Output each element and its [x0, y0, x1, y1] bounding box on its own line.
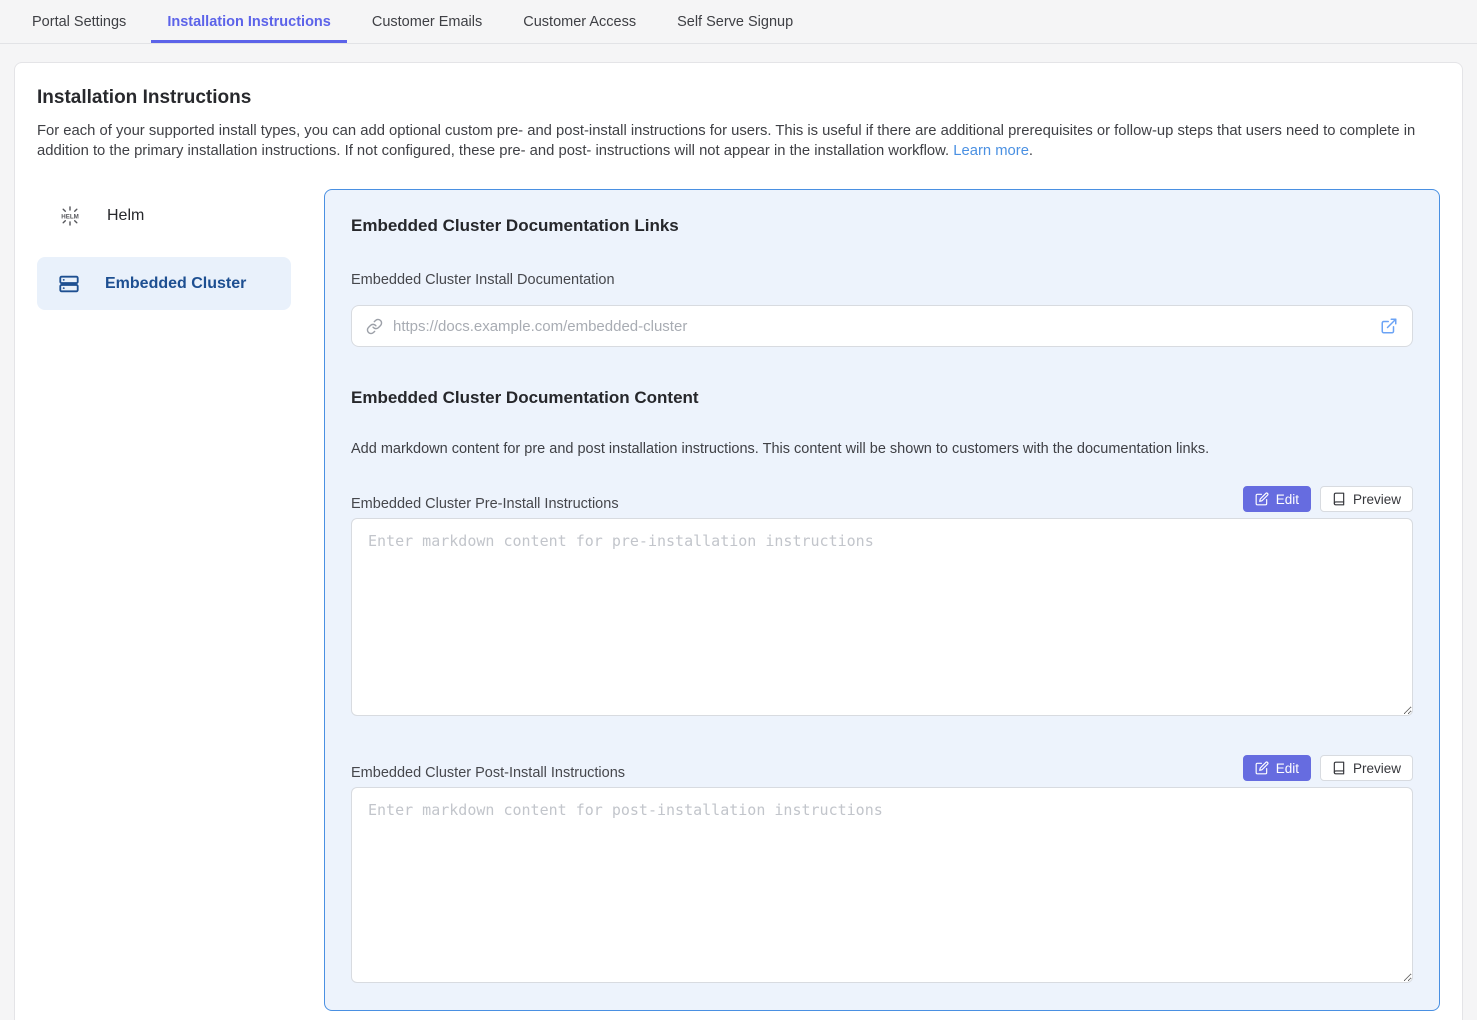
pre-install-preview-button[interactable]: Preview [1320, 486, 1413, 512]
preview-book-icon [1332, 761, 1346, 775]
sidebar-item-embedded-cluster[interactable]: Embedded Cluster [37, 257, 291, 310]
install-doc-label: Embedded Cluster Install Documentation [351, 272, 1413, 288]
pre-install-mode-toggle: Edit Preview [1243, 486, 1413, 512]
install-doc-url-field [351, 305, 1413, 347]
helm-icon: HELM [58, 204, 82, 228]
tab-installation-instructions[interactable]: Installation Instructions [151, 0, 347, 43]
doc-content-description: Add markdown content for pre and post in… [351, 441, 1413, 457]
install-type-nav: HELM Helm Embedded Cluster [37, 189, 291, 1011]
sidebar-item-label: Embedded Cluster [105, 275, 246, 293]
tab-portal-settings[interactable]: Portal Settings [16, 0, 142, 43]
embedded-cluster-panel: Embedded Cluster Documentation Links Emb… [324, 189, 1440, 1011]
edit-icon [1255, 492, 1269, 506]
svg-text:HELM: HELM [61, 213, 79, 220]
page-description: For each of your supported install types… [37, 121, 1440, 161]
sidebar-item-label: Helm [107, 207, 144, 225]
settings-card: Installation Instructions For each of yo… [14, 62, 1463, 1020]
preview-book-icon [1332, 492, 1346, 506]
post-install-textarea[interactable] [351, 787, 1413, 983]
preview-button-label: Preview [1353, 492, 1401, 507]
learn-more-link[interactable]: Learn more [953, 143, 1029, 159]
edit-button-label: Edit [1276, 761, 1299, 776]
page-title: Installation Instructions [37, 87, 1440, 109]
doc-links-heading: Embedded Cluster Documentation Links [351, 216, 1413, 236]
preview-button-label: Preview [1353, 761, 1401, 776]
pre-install-textarea[interactable] [351, 518, 1413, 716]
install-doc-url-input[interactable] [393, 318, 1370, 335]
link-icon [366, 318, 383, 335]
content-row: HELM Helm Embedded Cluster [37, 189, 1440, 1011]
sidebar-item-helm[interactable]: HELM Helm [37, 189, 291, 242]
external-link-icon[interactable] [1380, 317, 1398, 335]
post-install-mode-toggle: Edit Preview [1243, 755, 1413, 781]
pre-install-header-row: Embedded Cluster Pre-Install Instruction… [351, 486, 1413, 512]
tab-self-serve-signup[interactable]: Self Serve Signup [661, 0, 809, 43]
post-install-preview-button[interactable]: Preview [1320, 755, 1413, 781]
post-install-header-row: Embedded Cluster Post-Install Instructio… [351, 755, 1413, 781]
post-install-edit-button[interactable]: Edit [1243, 755, 1311, 781]
tab-customer-emails[interactable]: Customer Emails [356, 0, 498, 43]
server-stack-icon [58, 273, 80, 295]
doc-content-heading: Embedded Cluster Documentation Content [351, 388, 1413, 408]
tab-customer-access[interactable]: Customer Access [507, 0, 652, 43]
pre-install-label: Embedded Cluster Pre-Install Instruction… [351, 496, 619, 512]
pre-install-edit-button[interactable]: Edit [1243, 486, 1311, 512]
edit-icon [1255, 761, 1269, 775]
edit-button-label: Edit [1276, 492, 1299, 507]
page-description-text: For each of your supported install types… [37, 123, 1415, 159]
page-description-period: . [1029, 143, 1033, 159]
post-install-label: Embedded Cluster Post-Install Instructio… [351, 765, 625, 781]
top-tab-bar: Portal Settings Installation Instruction… [0, 0, 1477, 44]
